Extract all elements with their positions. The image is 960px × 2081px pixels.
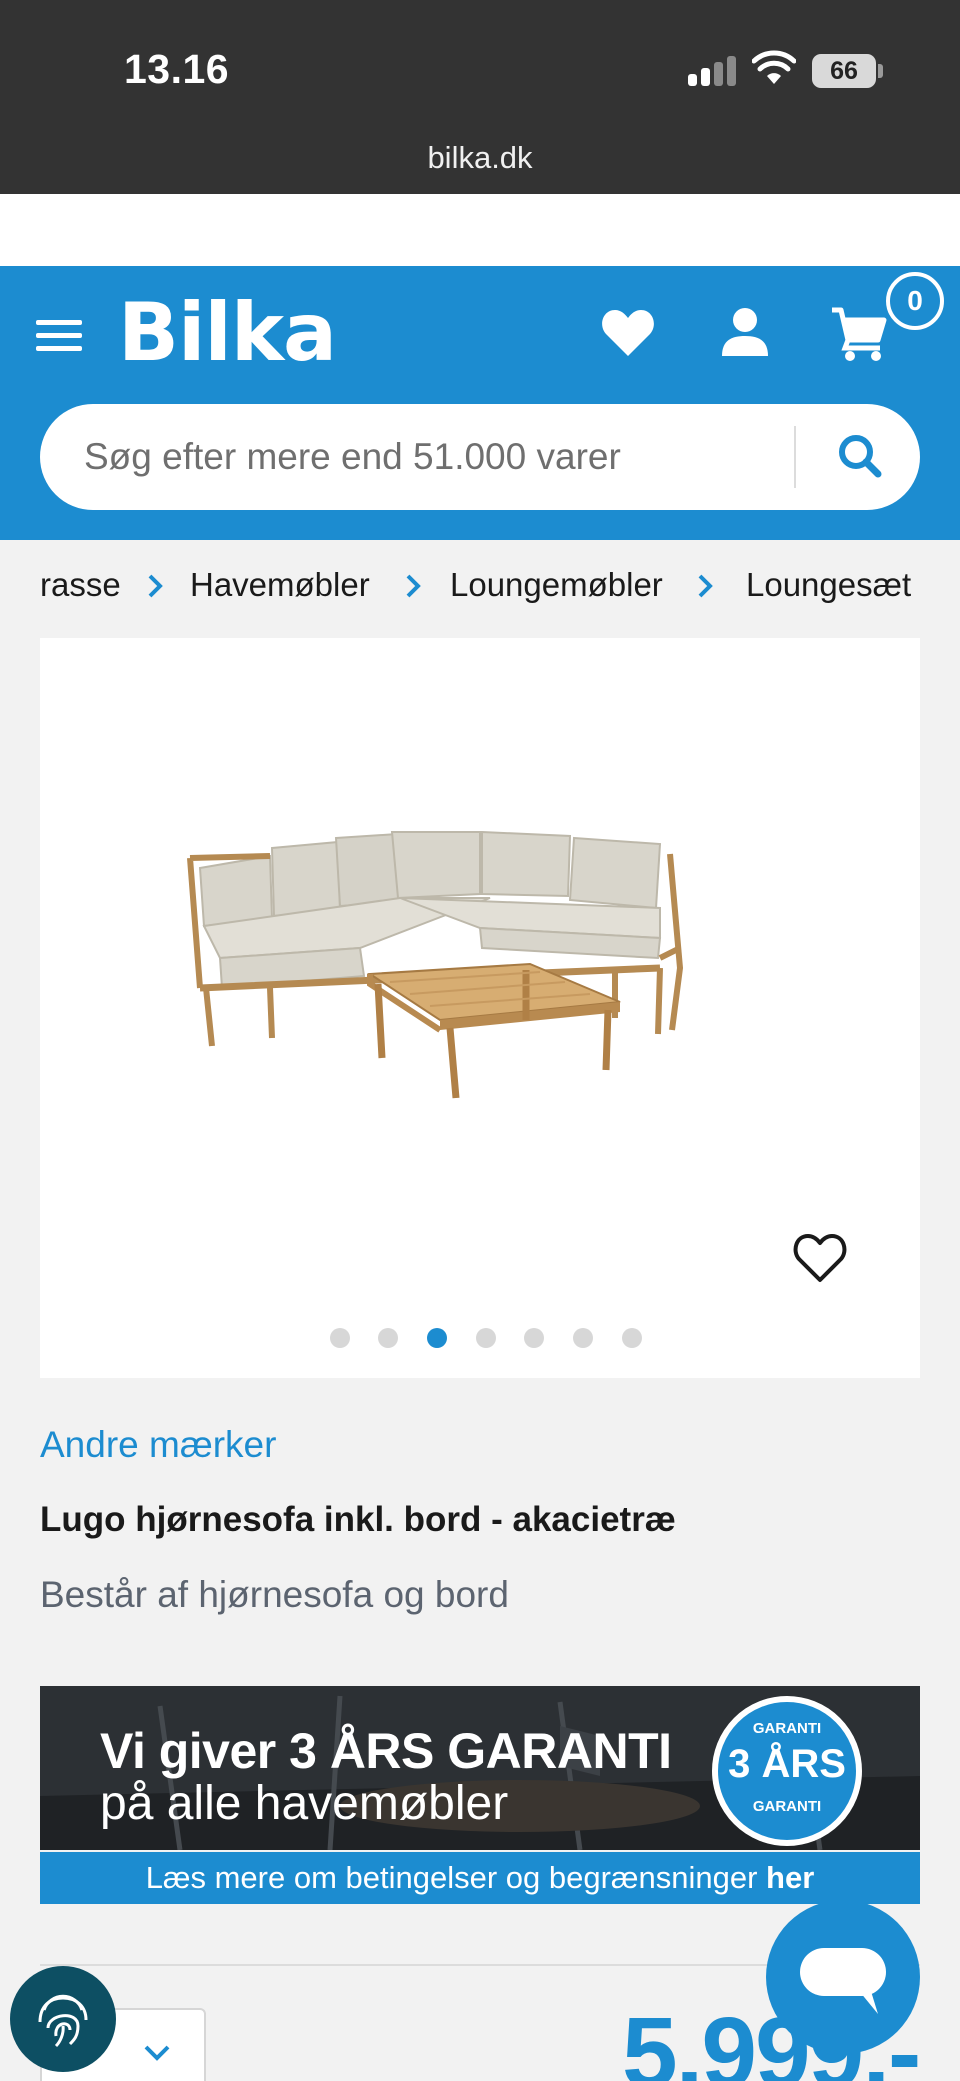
breadcrumb-item[interactable]: rasse — [40, 566, 121, 604]
signal-icon — [688, 56, 738, 86]
gallery-dot[interactable] — [330, 1328, 350, 1348]
product-title: Lugo hjørnesofa inkl. bord - akacietræ — [40, 1500, 676, 1539]
gallery-dot[interactable] — [573, 1328, 593, 1348]
product-brand-link[interactable]: Andre mærker — [40, 1424, 276, 1466]
warranty-terms-link[interactable]: Læs mere om betingelser og begrænsninger… — [40, 1852, 920, 1904]
search-divider — [794, 426, 796, 488]
warranty-terms-text: Læs mere om betingelser og begrænsninger — [145, 1860, 758, 1895]
favorite-heart-icon[interactable] — [792, 1232, 848, 1284]
seal-top-text: GARANTI — [752, 1720, 822, 1737]
banner-subheadline: på alle havemøbler — [100, 1777, 509, 1830]
gallery-pagination — [330, 1326, 650, 1350]
chat-button[interactable] — [766, 1900, 920, 2054]
chevron-down-icon — [144, 2045, 170, 2061]
user-icon[interactable] — [720, 306, 770, 358]
gallery-dot[interactable] — [378, 1328, 398, 1348]
cart-count-badge[interactable]: 0 — [886, 272, 944, 330]
status-time: 13.16 — [124, 46, 230, 92]
product-image[interactable] — [160, 798, 780, 1118]
chevron-right-icon — [406, 574, 421, 598]
seal-main-text: 3 ÅRS — [728, 1742, 846, 1786]
gallery-dot-active[interactable] — [427, 1328, 447, 1348]
battery-indicator: 66 — [812, 54, 876, 88]
bilka-logo[interactable]: Bilka — [118, 286, 337, 379]
product-subtitle: Består af hjørnesofa og bord — [40, 1574, 509, 1615]
product-gallery[interactable] — [40, 638, 920, 1378]
battery-cap — [878, 64, 883, 78]
warranty-terms-here[interactable]: her — [766, 1860, 814, 1895]
search-bar — [40, 404, 920, 510]
chevron-right-icon — [148, 574, 163, 598]
gallery-dot[interactable] — [476, 1328, 496, 1348]
fingerprint-button[interactable] — [10, 1966, 116, 2072]
fingerprint-icon — [38, 1994, 88, 2048]
banner-headline: Vi giver 3 ÅRS GARANTI — [100, 1723, 672, 1779]
breadcrumb-item[interactable]: Havemøbler — [190, 566, 370, 604]
wifi-icon — [752, 50, 796, 84]
warranty-banner[interactable]: Vi giver 3 ÅRS GARANTI på alle havemøble… — [40, 1686, 920, 1850]
breadcrumb-item-current: Loungesæt — [746, 566, 912, 603]
chat-icon — [800, 1948, 886, 2014]
breadcrumb-item[interactable]: Loungemøbler — [450, 566, 663, 604]
warranty-seal: GARANTI 3 ÅRS GARANTI — [712, 1696, 862, 1846]
gallery-dot[interactable] — [524, 1328, 544, 1348]
seal-bottom-text: GARANTI — [752, 1798, 822, 1815]
search-icon[interactable] — [820, 424, 900, 490]
menu-icon[interactable] — [36, 320, 82, 352]
search-input[interactable] — [84, 426, 804, 488]
cart-icon[interactable] — [830, 306, 888, 362]
gallery-dot[interactable] — [622, 1328, 642, 1348]
top-spacer — [0, 194, 960, 266]
heart-icon[interactable] — [600, 308, 656, 358]
status-bar: 13.16 66 bilka.dk — [0, 0, 960, 194]
chevron-right-icon — [698, 574, 713, 598]
url-bar[interactable]: bilka.dk — [0, 140, 960, 176]
